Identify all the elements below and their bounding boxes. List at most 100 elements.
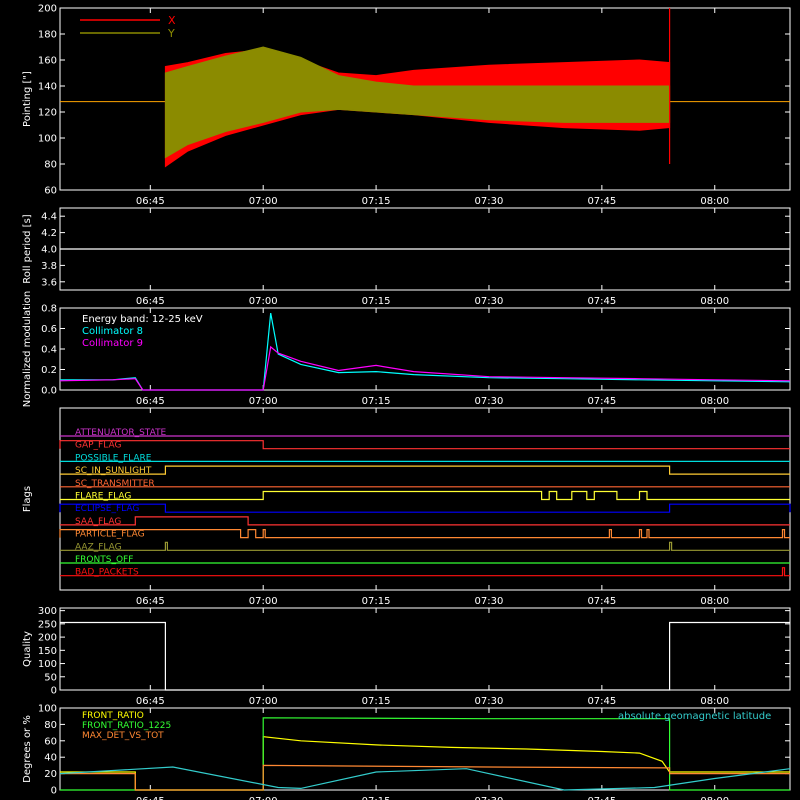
y-tick-label: 120 xyxy=(38,108,57,119)
panel-3: 06:45 07:00 07:15 07:30 07:45 08:00 Normalized… xyxy=(22,291,791,408)
x-tick-label: 07:15 xyxy=(362,696,391,707)
panel-5: 06:45 07:00 07:15 07:30 07:45 08:00 Quality 0 50… xyxy=(22,606,791,707)
x-tick-label: 07:00 xyxy=(249,796,278,800)
x-tick-label: 07:15 xyxy=(362,196,391,207)
x-tick-label: 07:15 xyxy=(362,296,391,307)
y-tick-label: 20 xyxy=(44,769,57,780)
y-tick-label: 0.8 xyxy=(41,304,57,315)
y-tick-label: 250 xyxy=(38,619,57,630)
y-tick-label: 100 xyxy=(38,704,57,715)
ratio-absolute-geomagnetic-latitude xyxy=(59,766,791,791)
x-tick-label: 07:15 xyxy=(362,396,391,407)
x-tick-label: 08:00 xyxy=(700,796,729,800)
y-axis-label: Pointing ["] xyxy=(22,71,33,127)
x-tick-label: 07:00 xyxy=(249,596,278,607)
flag-trace xyxy=(59,503,791,513)
panel-6: 06:45 07:00 07:15 07:30 07:45 08:00 Degrees or… xyxy=(22,704,791,800)
legend-label: X xyxy=(168,14,176,27)
y-tick-label: 40 xyxy=(44,753,57,764)
y-tick-label: 0.6 xyxy=(41,324,57,335)
modulation-collimator-9 xyxy=(59,345,791,391)
x-tick-label: 08:00 xyxy=(700,396,729,407)
y-tick-label: 0.4 xyxy=(41,345,57,356)
legend-label: FRONT_RATIO_1225 xyxy=(82,721,171,731)
y-tick-label: 4.4 xyxy=(41,212,57,223)
x-tick-label: 06:45 xyxy=(136,296,165,307)
flag-bad-packets: BAD_PACKETS xyxy=(60,567,790,578)
y-tick-label: 3.6 xyxy=(41,277,57,288)
x-tick-label: 07:00 xyxy=(249,396,278,407)
x-tick-label: 07:30 xyxy=(475,696,504,707)
y-tick-label: 0 xyxy=(51,686,57,697)
y-tick-label: 0 xyxy=(51,786,57,797)
y-tick-label: 300 xyxy=(38,606,57,617)
flag-aaz-flag: AAZ_FLAG xyxy=(60,541,790,552)
ratio-front-ratio xyxy=(60,736,790,791)
y-tick-label: 200 xyxy=(38,4,57,15)
quality-line xyxy=(60,621,790,691)
figure: 06:45 07:00 07:15 07:30 07:45 08:00 Pointing [… xyxy=(22,4,791,800)
y-tick-label: 0.2 xyxy=(41,365,57,376)
y-tick-label: 150 xyxy=(38,646,57,657)
x-tick-label: 06:45 xyxy=(136,796,165,800)
y-tick-label: 80 xyxy=(44,720,57,731)
panel-2: 06:45 07:00 07:15 07:30 07:45 08:00 Roll perio… xyxy=(22,207,791,307)
x-tick-label: 07:30 xyxy=(475,796,504,800)
legend-label: absolute geomagnetic latitude xyxy=(618,711,771,722)
x-tick-label: 07:30 xyxy=(475,296,504,307)
y-tick-label: 200 xyxy=(38,633,57,644)
legend-label: FRONT_RATIO xyxy=(82,711,144,721)
y-axis-label: Degrees or % xyxy=(22,715,33,783)
x-tick-label: 07:45 xyxy=(587,596,616,607)
flag-sc-in-sunlight: SC_IN_SUNLIGHT xyxy=(60,465,790,476)
y-tick-label: 4.2 xyxy=(41,228,57,239)
x-tick-label: 08:00 xyxy=(700,296,729,307)
y-tick-label: 0.0 xyxy=(41,386,57,397)
y-axis-label: Normalized modulation xyxy=(22,291,33,408)
x-tick-label: 07:15 xyxy=(362,796,391,800)
y-tick-label: 160 xyxy=(38,56,57,67)
y-tick-label: 80 xyxy=(44,160,57,171)
y-tick-label: 60 xyxy=(44,736,57,747)
flag-saa-flag: SAA_FLAG xyxy=(60,516,790,527)
plot-frame xyxy=(59,607,791,691)
flag-label: ECLIPSE_FLAG xyxy=(75,504,139,514)
x-tick-label: 06:45 xyxy=(136,596,165,607)
x-tick-label: 06:45 xyxy=(136,196,165,207)
x-tick-label: 08:00 xyxy=(700,696,729,707)
y-tick-label: 100 xyxy=(38,134,57,145)
flag-fronts-off: FRONTS_OFF xyxy=(60,555,790,565)
flag-gap-flag: GAP_FLAG xyxy=(59,440,790,451)
flag-trace xyxy=(59,529,790,539)
flag-attenuator-state: ATTENUATOR_STATE xyxy=(60,428,790,438)
x-tick-label: 06:45 xyxy=(136,396,165,407)
flag-trace xyxy=(59,440,790,450)
x-tick-label: 07:15 xyxy=(362,596,391,607)
flag-flare-flag: FLARE_FLAG xyxy=(60,490,790,502)
x-tick-label: 07:45 xyxy=(587,296,616,307)
x-tick-label: 07:00 xyxy=(249,196,278,207)
panel-4: 06:45 07:00 07:15 07:30 07:45 08:00 Flags ATTEN… xyxy=(22,407,791,607)
y-tick-label: 3.8 xyxy=(41,261,57,272)
flag-trace xyxy=(60,516,790,526)
flag-trace xyxy=(60,465,790,475)
y-tick-label: 140 xyxy=(38,82,57,93)
legend-label: MAX_DET_VS_TOT xyxy=(82,731,164,741)
x-tick-label: 08:00 xyxy=(700,596,729,607)
legend-label: Y xyxy=(167,27,175,40)
y-tick-label: 100 xyxy=(38,659,57,670)
x-tick-label: 07:45 xyxy=(587,396,616,407)
x-tick-label: 07:45 xyxy=(587,196,616,207)
legend-label: Collimator 9 xyxy=(82,338,143,349)
flag-possible-flare: POSSIBLE_FLARE xyxy=(60,453,790,463)
flag-eclipse-flag: ECLIPSE_FLAG xyxy=(59,503,791,514)
ratio-max-det-vs-tot xyxy=(60,764,790,791)
x-tick-label: 07:45 xyxy=(587,796,616,800)
x-tick-label: 07:00 xyxy=(249,696,278,707)
x-tick-label: 07:45 xyxy=(587,696,616,707)
y-tick-label: 60 xyxy=(44,186,57,197)
y-tick-label: 180 xyxy=(38,30,57,41)
y-axis-label: Quality xyxy=(22,631,33,667)
x-tick-label: 06:45 xyxy=(136,696,165,707)
x-tick-label: 08:00 xyxy=(700,196,729,207)
